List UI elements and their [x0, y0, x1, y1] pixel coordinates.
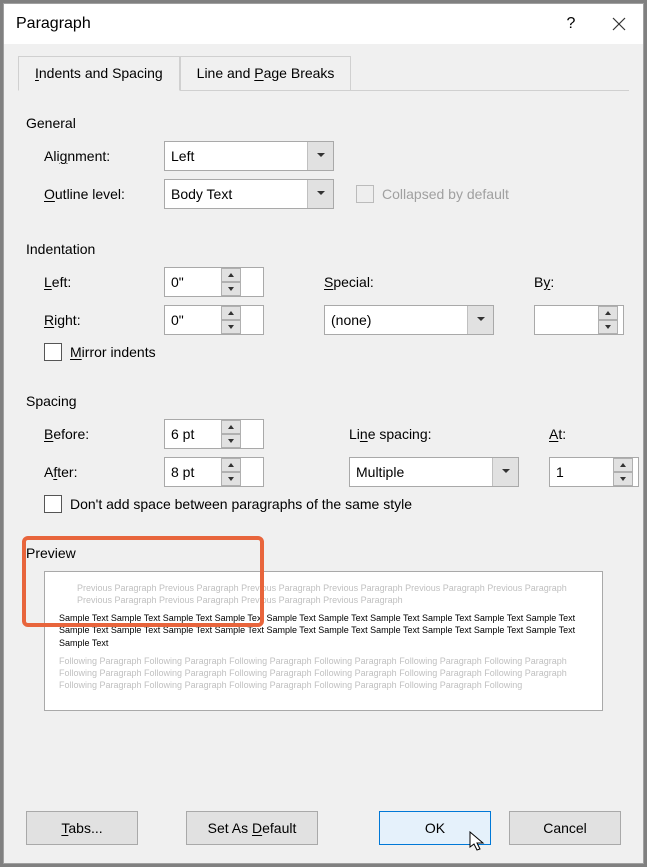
- special-select[interactable]: (none): [324, 305, 494, 335]
- indent-left-label: Left:: [44, 274, 164, 290]
- ok-button[interactable]: OK: [379, 811, 491, 845]
- cancel-button[interactable]: Cancel: [509, 811, 621, 845]
- close-button[interactable]: [595, 4, 643, 44]
- indent-right-label: Right:: [44, 312, 164, 328]
- line-spacing-select[interactable]: Multiple: [349, 457, 519, 487]
- section-general: General: [26, 115, 621, 131]
- by-input[interactable]: [535, 306, 597, 334]
- indent-right-spinner[interactable]: [164, 305, 264, 335]
- preview-previous-text: Previous Paragraph Previous Paragraph Pr…: [59, 582, 588, 606]
- checkbox-box-icon: [44, 343, 62, 361]
- spin-down-icon[interactable]: [221, 282, 241, 296]
- tab-content: General Alignment: Left Outline level: B…: [4, 91, 643, 797]
- section-spacing: Spacing: [26, 393, 621, 409]
- tab-row: Indents and Spacing Line and Page Breaks: [4, 44, 643, 91]
- checkbox-box-icon: [356, 185, 374, 203]
- mirror-indents-label: Mirror indents: [70, 344, 156, 360]
- no-space-checkbox[interactable]: Don't add space between paragraphs of th…: [26, 495, 621, 513]
- before-label: Before:: [44, 426, 164, 442]
- at-label: At:: [549, 426, 639, 442]
- dialog-button-row: Tabs... Set As Default OK Cancel: [4, 797, 643, 863]
- by-spinner[interactable]: [534, 305, 624, 335]
- at-spinner[interactable]: [549, 457, 639, 487]
- checkbox-box-icon: [44, 495, 62, 513]
- dialog-title: Paragraph: [16, 15, 547, 33]
- special-label: Special:: [324, 274, 494, 290]
- collapsed-label: Collapsed by default: [382, 186, 509, 202]
- before-input[interactable]: [165, 420, 220, 448]
- collapsed-checkbox: Collapsed by default: [356, 185, 509, 203]
- preview-following-text: Following Paragraph Following Paragraph …: [59, 655, 588, 691]
- help-button[interactable]: ?: [547, 4, 595, 44]
- section-preview: Preview: [26, 545, 621, 561]
- alignment-select[interactable]: Left: [164, 141, 334, 171]
- set-default-button[interactable]: Set As Default: [186, 811, 318, 845]
- tabs-button[interactable]: Tabs...: [26, 811, 138, 845]
- before-spinner[interactable]: [164, 419, 264, 449]
- no-space-label: Don't add space between paragraphs of th…: [70, 496, 412, 512]
- indent-left-input[interactable]: [165, 268, 220, 296]
- indent-right-input[interactable]: [165, 306, 220, 334]
- title-bar: Paragraph ?: [4, 4, 643, 44]
- close-icon: [612, 17, 626, 31]
- after-label: After:: [44, 464, 164, 480]
- line-spacing-label: Line spacing:: [349, 426, 519, 442]
- mirror-indents-checkbox[interactable]: Mirror indents: [26, 343, 621, 361]
- after-spinner[interactable]: [164, 457, 264, 487]
- alignment-label: Alignment:: [44, 148, 164, 164]
- tab-indents-spacing[interactable]: Indents and Spacing: [18, 56, 180, 91]
- outline-level-label: Outline level:: [44, 186, 164, 202]
- dialog-border: Paragraph ? Indents and Spacing Line and…: [3, 3, 644, 864]
- after-input[interactable]: [165, 458, 220, 486]
- paragraph-dialog: Paragraph ? Indents and Spacing Line and…: [4, 4, 643, 863]
- spin-up-icon[interactable]: [221, 268, 241, 282]
- preview-box: Previous Paragraph Previous Paragraph Pr…: [44, 571, 603, 711]
- outline-level-select[interactable]: Body Text: [164, 179, 334, 209]
- by-label: By:: [534, 274, 624, 290]
- section-indentation: Indentation: [26, 241, 621, 257]
- preview-sample-text: Sample Text Sample Text Sample Text Samp…: [59, 612, 588, 648]
- indent-left-spinner[interactable]: [164, 267, 264, 297]
- at-input[interactable]: [550, 458, 612, 486]
- tab-line-page-breaks[interactable]: Line and Page Breaks: [180, 56, 352, 91]
